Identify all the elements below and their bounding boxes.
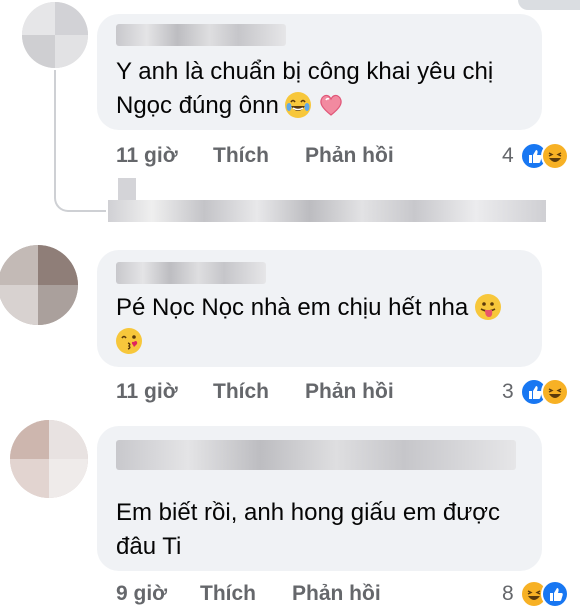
- blurred-reply-preview[interactable]: [108, 200, 546, 222]
- reply-thread-line: [54, 70, 106, 212]
- reaction-count[interactable]: 8: [502, 582, 514, 606]
- comment-text-line: Pé Nọc Nọc nhà em chịu hết nha: [116, 294, 469, 321]
- tongue-out-emoji: [474, 294, 501, 320]
- kiss-emoji: [116, 328, 142, 354]
- avatar[interactable]: [0, 245, 78, 325]
- comment-actions: 11 giờ Thích Phản hồi: [116, 144, 556, 170]
- reply-button[interactable]: Phản hồi: [305, 380, 394, 404]
- commenter-name[interactable]: [116, 262, 266, 284]
- comment-text-line: Em biết rồi, anh hong giấu em được: [116, 499, 501, 526]
- comment-actions: 9 giờ Thích Phản hồi: [116, 582, 556, 608]
- heart-emoji: [318, 92, 344, 118]
- comment-time[interactable]: 11 giờ: [116, 380, 178, 404]
- reply-button[interactable]: Phản hồi: [292, 582, 381, 606]
- comment-text-line: Y anh là chuẩn bị công khai yêu chị: [116, 58, 494, 85]
- like-button[interactable]: Thích: [213, 380, 269, 404]
- comment-time[interactable]: 9 giờ: [116, 582, 167, 606]
- tears-of-joy-emoji: [285, 92, 312, 118]
- comment-text: Em biết rồi, anh hong giấu em được đâu T…: [116, 496, 536, 564]
- reply-button[interactable]: Phản hồi: [305, 144, 394, 168]
- like-reaction-icon[interactable]: [541, 580, 569, 608]
- avatar[interactable]: [10, 420, 88, 498]
- comment-actions: 11 giờ Thích Phản hồi: [116, 380, 556, 406]
- commenter-name[interactable]: [116, 440, 516, 470]
- blurred-reply-avatar: [118, 178, 136, 200]
- reaction-count[interactable]: 4: [502, 144, 514, 168]
- scrollbar-corner: [518, 0, 580, 10]
- avatar[interactable]: [22, 2, 88, 68]
- comment-time[interactable]: 11 giờ: [116, 144, 178, 168]
- like-button[interactable]: Thích: [213, 144, 269, 168]
- comment-text-line: đâu Ti: [116, 533, 182, 560]
- comment-text: Pé Nọc Nọc nhà em chịu hết nha: [116, 291, 536, 359]
- haha-reaction-icon[interactable]: [541, 142, 569, 170]
- haha-reaction-icon[interactable]: [541, 378, 569, 406]
- reaction-count[interactable]: 3: [502, 380, 514, 404]
- comment-text: Y anh là chuẩn bị công khai yêu chị Ngọc…: [116, 55, 536, 123]
- commenter-name[interactable]: [116, 24, 286, 46]
- comment-text-line: Ngọc đúng ônn: [116, 92, 279, 119]
- like-button[interactable]: Thích: [200, 582, 256, 606]
